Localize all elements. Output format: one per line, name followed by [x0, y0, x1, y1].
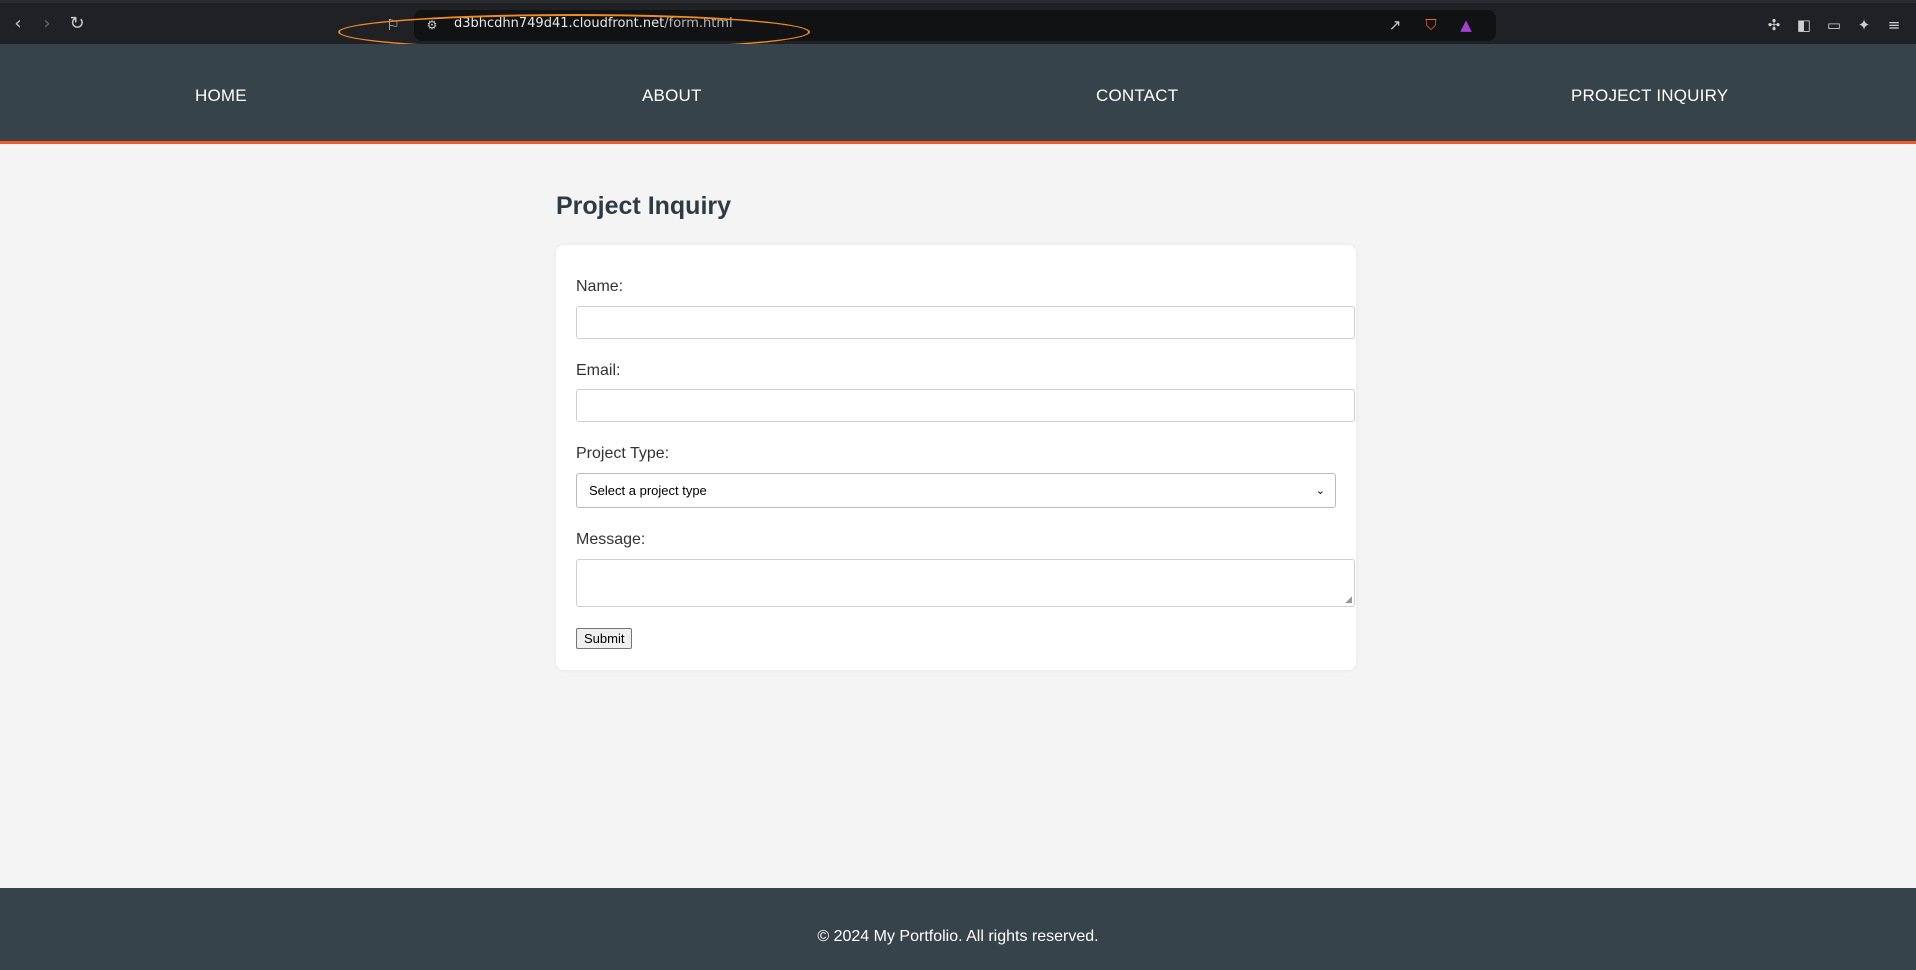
url-text[interactable]: d3bhcdhn749d41.cloudfront.net/form.html — [454, 16, 733, 31]
brave-rewards-icon[interactable]: ▲ — [1456, 15, 1476, 35]
back-icon[interactable]: ‹ — [7, 13, 29, 35]
nav-about-link[interactable]: ABOUT — [642, 86, 702, 106]
message-textarea[interactable]: ◢ — [576, 559, 1355, 607]
forward-icon[interactable]: › — [36, 13, 58, 35]
site-settings-icon[interactable]: ⚙ — [422, 15, 442, 35]
site-nav: HOME ABOUT CONTACT PROJECT INQUIRY — [0, 44, 1916, 144]
reload-icon[interactable]: ↻ — [66, 13, 88, 35]
sidebar-icon[interactable]: ◧ — [1794, 15, 1814, 35]
page-title: Project Inquiry — [556, 192, 732, 220]
resize-handle-icon[interactable]: ◢ — [1345, 595, 1352, 605]
nav-home-link[interactable]: HOME — [195, 86, 247, 106]
email-label: Email: — [576, 362, 621, 379]
name-input[interactable] — [576, 306, 1355, 339]
browser-toolbar: ‹ › ↻ ⚐ ⚙ d3bhcdhn749d41.cloudfront.net/… — [0, 0, 1916, 44]
project-type-selected-value: Select a project type — [589, 483, 707, 498]
nav-project-inquiry-link[interactable]: PROJECT INQUIRY — [1571, 86, 1728, 106]
project-inquiry-form: Name: Email: Project Type: Select a proj… — [556, 245, 1356, 670]
bookmark-icon[interactable]: ⚐ — [383, 15, 403, 35]
submit-button[interactable]: Submit — [576, 628, 633, 649]
share-icon[interactable]: ↗ — [1385, 15, 1405, 35]
extensions-icon[interactable]: ✣ — [1764, 15, 1784, 35]
wallet-icon[interactable]: ▭ — [1824, 15, 1844, 35]
nav-contact-link[interactable]: CONTACT — [1096, 86, 1178, 106]
brave-shield-icon[interactable]: ⛉ — [1421, 15, 1441, 35]
leo-ai-icon[interactable]: ✦ — [1854, 15, 1874, 35]
project-type-select[interactable]: Select a project type ⌄ — [576, 473, 1336, 508]
project-type-label: Project Type: — [576, 445, 670, 462]
copyright-text: © 2024 My Portfolio. All rights reserved… — [817, 928, 1099, 945]
url-path: /form.html — [664, 16, 733, 31]
chevron-down-icon: ⌄ — [1315, 484, 1325, 497]
url-host: d3bhcdhn749d41.cloudfront.net — [454, 16, 665, 31]
name-label: Name: — [576, 278, 624, 295]
message-label: Message: — [576, 531, 646, 548]
site-footer: © 2024 My Portfolio. All rights reserved… — [0, 888, 1916, 970]
email-input[interactable] — [576, 389, 1355, 422]
menu-icon[interactable]: ≡ — [1884, 15, 1904, 35]
